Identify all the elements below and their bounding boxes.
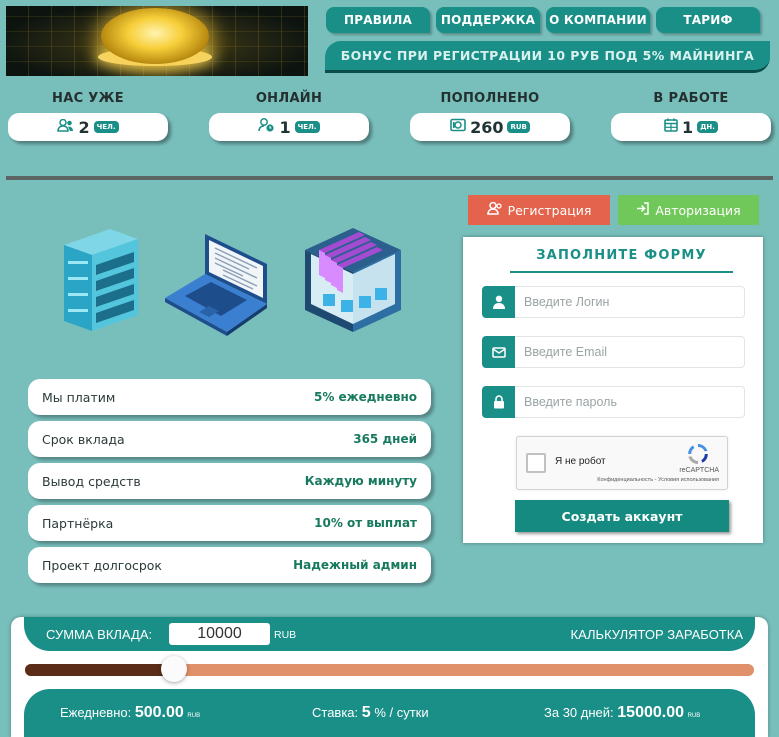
recaptcha-checkbox[interactable] [526, 453, 546, 473]
info-key: Проект долгосрок [42, 557, 162, 573]
calculator-title: КАЛЬКУЛЯТОР ЗАРАБОТКА [570, 627, 744, 642]
money-icon [450, 118, 466, 136]
section-divider [6, 176, 773, 180]
daily-currency: RUB [187, 713, 201, 719]
logo-banner[interactable] [6, 6, 308, 76]
daily-label: Ежедневно: [60, 705, 132, 720]
login-input[interactable] [515, 286, 745, 318]
user-plus-icon [486, 201, 503, 218]
info-value: 365 дней [353, 432, 417, 446]
info-value: 5% ежедневно [313, 390, 417, 404]
amount-slider[interactable] [25, 656, 754, 682]
stat-label-users: НАС УЖЕ [52, 91, 124, 106]
stat-deposited-unit: RUB [507, 121, 530, 133]
info-row-longterm: Проект долгосрок Надежный админ [28, 547, 431, 583]
recaptcha-logo-icon [688, 444, 708, 464]
stat-label-deposited: ПОПОЛНЕНО [440, 91, 540, 106]
info-row-payout: Мы платим 5% ежедневно [28, 379, 431, 415]
calendar-icon [664, 118, 678, 136]
rate-value: 5 [361, 704, 371, 721]
info-key: Вывод средств [42, 473, 141, 489]
stat-users-value: 2 [78, 117, 90, 137]
nav-rules-button[interactable]: ПРАВИЛА [326, 7, 430, 33]
register-label: Регистрация [507, 202, 592, 218]
info-value: 10% от выплат [314, 516, 417, 530]
amount-currency: RUB [274, 629, 297, 641]
monthly-label: За 30 дней: [544, 705, 614, 720]
password-input[interactable] [515, 386, 745, 418]
rate-result: Ставка: 5 % / сутки [312, 704, 429, 722]
info-value: Надежный админ [293, 558, 417, 572]
recaptcha-label: Я не робот [555, 456, 606, 467]
login-label: Авторизация [655, 202, 741, 218]
recaptcha-widget: Я не робот reCAPTCHA Конфиденциальность … [516, 436, 728, 490]
registration-form: ЗАПОЛНИТЕ ФОРМУ Я не робот reCAPTCHA Кон… [463, 237, 763, 543]
slider-handle[interactable] [161, 656, 187, 682]
monthly-value: 15000.00 [617, 704, 684, 721]
calculator-header: СУММА ВКЛАДА: RUB КАЛЬКУЛЯТОР ЗАРАБОТКА [24, 617, 755, 651]
rate-unit: % / сутки [374, 705, 429, 720]
gold-coin-icon [101, 8, 209, 64]
password-field [482, 386, 745, 418]
users-icon [57, 118, 74, 136]
stat-online-unit: ЧЕЛ. [294, 121, 320, 133]
stat-working: 1 ДН. [611, 113, 771, 141]
stat-deposited: 260 RUB [410, 113, 570, 141]
mining-rig-icon [305, 228, 401, 332]
slider-fill [25, 664, 174, 676]
amount-input[interactable] [169, 623, 270, 645]
daily-result: Ежедневно: 500.00 RUB [60, 704, 200, 722]
lock-icon [482, 386, 515, 418]
nav-about-button[interactable]: О КОМПАНИИ [546, 7, 650, 33]
envelope-icon [482, 336, 515, 368]
recaptcha-links[interactable]: Конфиденциальность - Условия использован… [597, 477, 719, 483]
stat-deposited-value: 260 [470, 117, 504, 137]
earnings-calculator: СУММА ВКЛАДА: RUB КАЛЬКУЛЯТОР ЗАРАБОТКА … [11, 617, 768, 737]
form-title: ЗАПОЛНИТЕ ФОРМУ [510, 248, 733, 273]
email-input[interactable] [515, 336, 745, 368]
nav-support-button[interactable]: ПОДДЕРЖКА [436, 7, 540, 33]
create-account-button[interactable]: Создать аккаунт [515, 500, 729, 532]
bonus-banner: БОНУС ПРИ РЕГИСТРАЦИИ 10 РУБ ПОД 5% МАЙН… [325, 41, 770, 73]
calculator-results: Ежедневно: 500.00 RUB Ставка: 5 % / сутк… [24, 689, 755, 737]
user-icon [482, 286, 515, 318]
nav-tariff-button[interactable]: ТАРИФ [656, 7, 760, 33]
info-key: Срок вклада [42, 431, 125, 447]
login-button[interactable]: Авторизация [618, 195, 759, 225]
stat-online: 1 ЧЕЛ. [209, 113, 369, 141]
stat-users-unit: ЧЕЛ. [93, 121, 119, 133]
server-rack-icon [64, 229, 138, 331]
login-field [482, 286, 745, 318]
info-key: Партнёрка [42, 515, 114, 531]
laptop-icon [165, 234, 267, 336]
recaptcha-brand: reCAPTCHA [679, 467, 719, 474]
register-button[interactable]: Регистрация [468, 195, 610, 225]
stat-working-unit: ДН. [697, 121, 718, 133]
stat-users: 2 ЧЕЛ. [8, 113, 168, 141]
amount-label: СУММА ВКЛАДА: [46, 627, 153, 642]
daily-value: 500.00 [134, 704, 184, 721]
info-row-partner: Партнёрка 10% от выплат [28, 505, 431, 541]
info-value: Каждую минуту [304, 474, 417, 488]
info-row-withdraw: Вывод средств Каждую минуту [28, 463, 431, 499]
rate-label: Ставка: [312, 705, 359, 720]
stat-online-value: 1 [279, 117, 291, 137]
user-clock-icon [258, 118, 275, 136]
stat-label-online: ОНЛАЙН [255, 91, 323, 106]
email-field [482, 336, 745, 368]
sign-in-icon [636, 202, 650, 218]
monthly-result: За 30 дней: 15000.00 RUB [544, 704, 700, 722]
stat-label-working: В РАБОТЕ [653, 91, 729, 106]
info-row-term: Срок вклада 365 дней [28, 421, 431, 457]
monthly-currency: RUB [687, 713, 701, 719]
info-key: Мы платим [42, 389, 116, 405]
stat-working-value: 1 [682, 117, 694, 137]
